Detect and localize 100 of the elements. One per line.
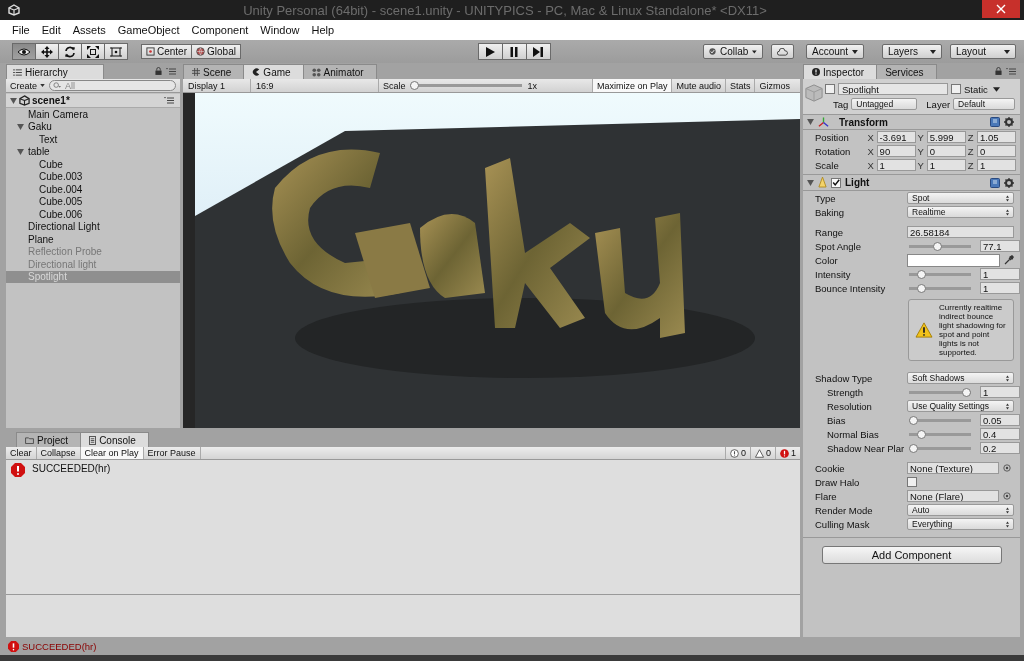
menu-item[interactable]: Edit [41,24,61,36]
number-field[interactable]: 0.2 [980,442,1020,454]
tool-button[interactable] [81,43,105,60]
expand-triangle-icon[interactable] [17,123,24,130]
add-component-button[interactable]: Add Component [821,546,1002,564]
axis-label[interactable]: Y [917,145,925,157]
expand-triangle-icon[interactable] [807,179,814,186]
menu-item[interactable]: GameObject [117,24,180,36]
cloud-button[interactable] [771,44,794,59]
number-field[interactable]: 1 [876,159,916,171]
checkbox[interactable] [831,177,841,188]
checkbox[interactable] [907,477,917,487]
gear-icon[interactable] [1004,117,1014,127]
dropdown[interactable]: Spot [907,192,1014,204]
number-field[interactable]: 0.05 [980,414,1020,426]
playback-button[interactable] [525,43,551,60]
panel-menu-icon[interactable] [164,97,174,104]
menu-item[interactable]: Assets [72,24,106,36]
caret-icon[interactable] [992,86,1000,92]
count-toggle[interactable]: 1 [775,447,800,459]
dropdown[interactable]: Soft Shadows [907,372,1014,384]
target-icon[interactable] [1003,492,1011,500]
dropdown[interactable]: Everything [907,518,1014,530]
number-field[interactable]: 0 [977,145,1016,157]
hierarchy-item[interactable]: Main Camera [6,108,180,121]
pivot-button[interactable]: Global [191,44,241,59]
axis-label[interactable]: Z [967,145,975,157]
menu-item[interactable]: Window [260,24,300,36]
number-field[interactable]: 1 [926,159,966,171]
hierarchy-item[interactable]: Cube [6,158,180,171]
number-field[interactable]: 0.4 [980,428,1020,440]
hierarchy-item[interactable]: Cube.005 [6,195,180,208]
number-field[interactable]: 0 [926,145,966,157]
tag-dropdown[interactable]: Untagged [851,98,918,110]
tool-button[interactable] [12,43,36,60]
aspect-dropdown[interactable]: 16:9 [251,79,379,92]
playback-button[interactable] [501,43,527,60]
console-button[interactable]: Clear [6,447,37,459]
console-button[interactable]: Collapse [36,447,81,459]
axis-label[interactable]: Y [917,131,925,143]
menu-item[interactable]: File [12,24,30,36]
hierarchy-item[interactable]: Gaku [6,120,180,133]
pivot-button[interactable]: Center [141,44,192,59]
axis-label[interactable]: Y [917,159,925,171]
count-toggle[interactable]: 0 [724,447,750,459]
view-tab[interactable]: Animator [302,64,377,79]
expand-triangle-icon[interactable] [10,97,17,104]
slider-thumb[interactable] [916,283,926,293]
hierarchy-item[interactable]: table [6,145,180,158]
slider-thumb[interactable] [909,443,918,453]
expand-triangle-icon[interactable] [807,119,814,125]
hierarchy-item[interactable]: Cube.006 [6,208,180,221]
axis-label[interactable]: X [867,159,875,171]
console-message[interactable]: SUCCEEDED(hr) [32,463,111,474]
layout-dropdown[interactable]: Layout [950,44,1016,59]
lock-icon[interactable] [995,67,1002,75]
slider-thumb[interactable] [916,269,926,279]
toggle-button[interactable]: Stats [724,79,755,92]
help-book-icon[interactable] [990,177,1000,188]
gizmos-dropdown[interactable]: Gizmos [754,79,800,92]
panel-tab[interactable]: Project [16,432,82,447]
hierarchy-tab[interactable]: Hierarchy [6,64,104,79]
dropdown[interactable]: Auto [907,504,1014,516]
view-tab[interactable]: Game [243,64,304,79]
inspector-tab[interactable]: Inspector [803,64,878,79]
axis-label[interactable]: Z [967,131,975,143]
close-button[interactable] [982,0,1020,18]
toggle-button[interactable]: Mute audio [671,79,725,92]
eyedropper-icon[interactable] [1004,255,1014,265]
number-field[interactable]: 1 [977,159,1016,171]
hierarchy-item[interactable]: Directional Light [6,220,180,233]
layers-dropdown[interactable]: Layers [882,44,942,59]
color-field[interactable] [907,253,1000,267]
hierarchy-item[interactable]: Cube.004 [6,183,180,196]
console-button[interactable]: Error Pause [143,447,201,459]
layer-dropdown[interactable]: Default [953,98,1016,110]
name-field[interactable]: Spotlight [838,83,948,95]
toggle-button[interactable]: Maximize on Play [591,79,672,92]
menu-item[interactable]: Help [311,24,335,36]
object-field[interactable]: None (Flare) [907,490,999,502]
number-field[interactable]: 1 [980,282,1020,294]
collab-button[interactable]: Collab [703,44,763,59]
tool-button[interactable] [35,43,59,60]
checkbox[interactable] [825,84,835,94]
number-field[interactable]: 1 [980,386,1020,398]
slider-thumb[interactable] [962,387,971,397]
help-book-icon[interactable] [990,117,1000,127]
number-field[interactable]: 77.1 [980,240,1020,252]
slider-thumb[interactable] [932,241,942,251]
panel-menu-icon[interactable] [1006,68,1016,75]
expand-triangle-icon[interactable] [17,148,24,155]
number-field[interactable]: 90 [876,145,916,157]
dropdown[interactable]: Use Quality Settings [907,400,1014,412]
count-toggle[interactable]: 0 [749,447,775,459]
hierarchy-item[interactable]: Cube.003 [6,170,180,183]
tool-button[interactable] [104,43,128,60]
inspector-tab[interactable]: Services [876,64,937,79]
number-field[interactable]: 1 [980,268,1020,280]
panel-tab[interactable]: Console [80,432,149,447]
slider-track[interactable] [909,415,971,425]
